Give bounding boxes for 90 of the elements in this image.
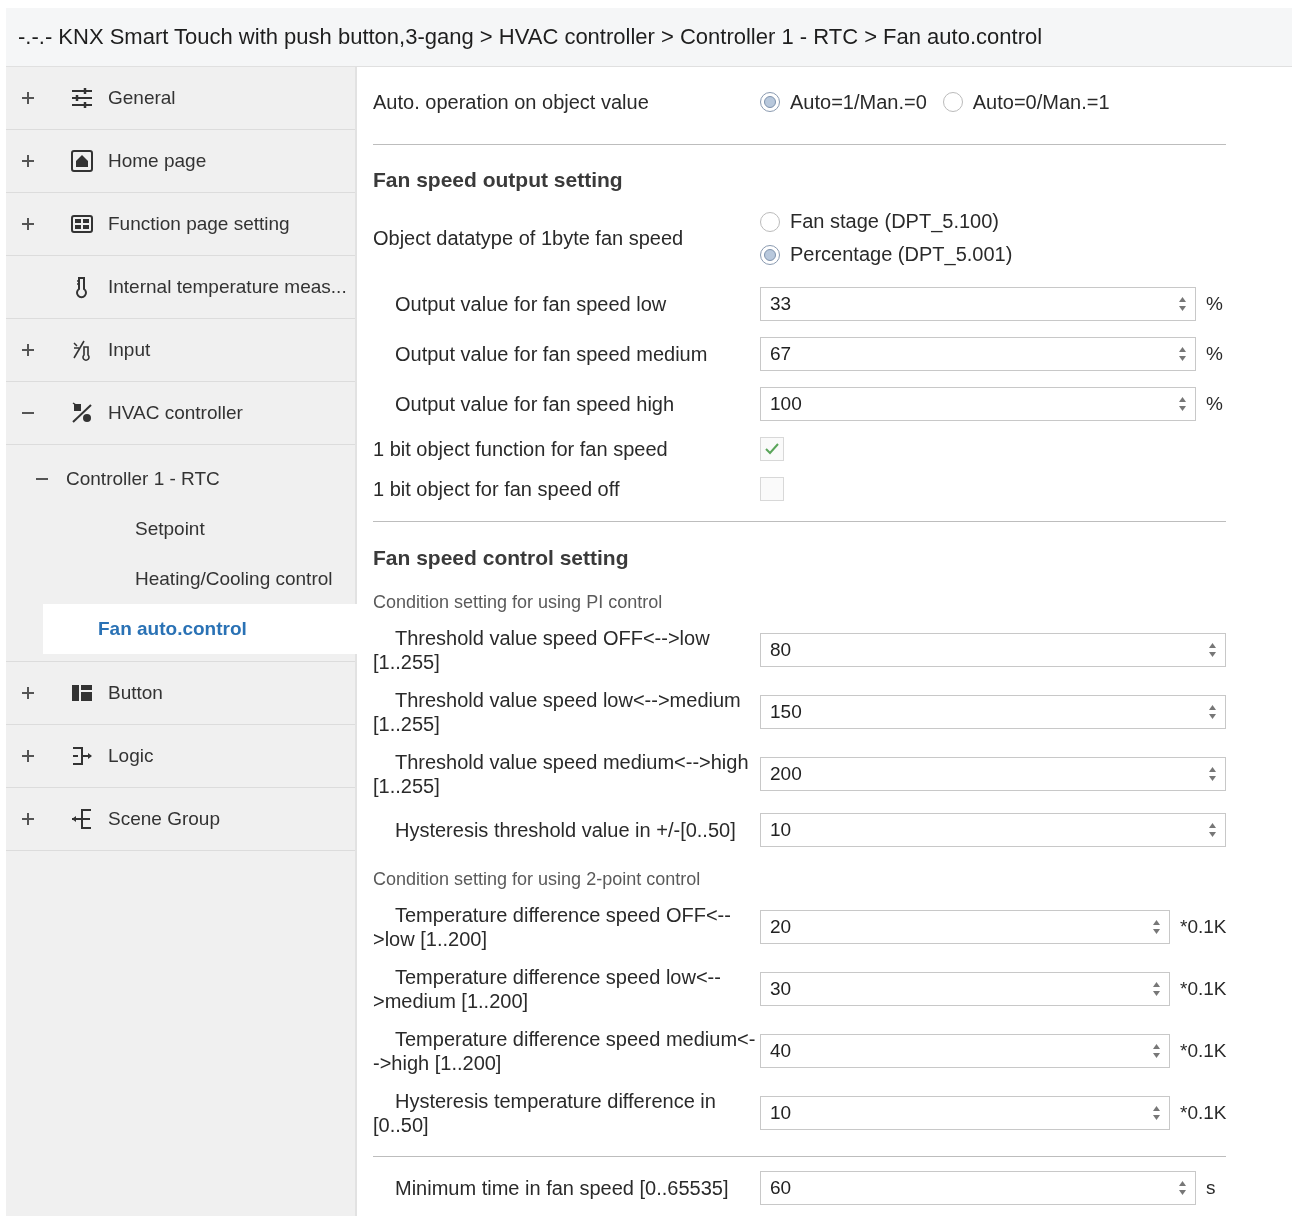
unit-label: s — [1206, 1177, 1217, 1199]
number-field[interactable]: 10 — [760, 813, 1226, 847]
number-field[interactable]: 33 — [760, 287, 1196, 321]
plus-icon[interactable] — [22, 750, 34, 762]
logic-icon — [70, 744, 94, 768]
tree-item[interactable]: Heating/Cooling control — [43, 554, 355, 604]
parameter-label: Object datatype of 1byte fan speed — [373, 226, 685, 250]
option-label: Auto=1/Man.=0 — [790, 90, 927, 114]
sidebar-item[interactable]: Logic — [108, 745, 154, 767]
home-icon — [70, 149, 94, 173]
spin-buttons-icon[interactable] — [1152, 919, 1161, 935]
spin-buttons-icon[interactable] — [1208, 822, 1217, 838]
parameter-label: Output value for fan speed high — [394, 392, 676, 416]
unit-label: *0.1K — [1180, 1102, 1226, 1124]
parameter-label: Temperature difference speed OFF<-->low [1..200] — [373, 903, 732, 951]
section-note: Condition setting for using 2-point control — [373, 868, 702, 890]
spin-buttons-icon[interactable] — [1208, 642, 1217, 658]
parameter-label: Hysteresis threshold value in +/-[0..50] — [394, 818, 737, 842]
plus-icon[interactable] — [22, 813, 34, 825]
spin-buttons-icon[interactable] — [1178, 346, 1187, 362]
sidebar-item[interactable]: HVAC controller — [108, 402, 243, 424]
radio-button[interactable] — [760, 244, 780, 265]
plus-icon[interactable] — [22, 155, 34, 167]
unit-label: % — [1206, 393, 1224, 415]
number-field[interactable]: 40 — [760, 1034, 1170, 1068]
number-field[interactable]: 20 — [760, 910, 1170, 944]
parameter-label: 1 bit object function for fan speed — [373, 437, 669, 461]
unit-label: *0.1K — [1180, 916, 1226, 938]
number-field[interactable]: 200 — [760, 757, 1226, 791]
spin-buttons-icon[interactable] — [1152, 981, 1161, 997]
number-field[interactable]: 150 — [760, 695, 1226, 729]
unit-label: % — [1206, 293, 1224, 315]
option-label: Percentage (DPT_5.001) — [790, 243, 1013, 266]
scene-icon — [70, 807, 94, 831]
check-icon — [764, 442, 780, 456]
spin-buttons-icon[interactable] — [1178, 396, 1187, 412]
section-heading: Fan speed control setting — [373, 545, 630, 571]
parameter-label: Threshold value speed low<-->medium [1..255] — [373, 688, 742, 736]
plus-icon[interactable] — [22, 344, 34, 356]
radio-button[interactable] — [760, 92, 780, 112]
radio-button[interactable] — [942, 92, 963, 112]
spin-buttons-icon[interactable] — [1152, 1043, 1161, 1059]
plus-icon[interactable] — [22, 218, 34, 230]
plus-icon[interactable] — [22, 92, 34, 104]
parameter-label: Auto. operation on object value — [373, 90, 650, 114]
spin-buttons-icon[interactable] — [1178, 296, 1187, 312]
spin-buttons-icon[interactable] — [1208, 766, 1217, 782]
plus-icon[interactable] — [22, 687, 34, 699]
sidebar-item[interactable]: Home page — [108, 150, 207, 172]
sidebar-item[interactable]: Function page setting — [108, 213, 290, 235]
number-field[interactable]: 60 — [760, 1171, 1196, 1205]
spin-buttons-icon[interactable] — [1152, 1105, 1161, 1121]
unit-label: % — [1206, 343, 1224, 365]
option-label: Auto=0/Man.=1 — [972, 90, 1110, 114]
sliders-icon — [70, 86, 94, 110]
breadcrumb-title: -.-.- KNX Smart Touch with push button,3-gang > HVAC controller > Controller 1 - RTC > Fan auto.control — [18, 24, 1043, 50]
checkbox[interactable] — [760, 437, 784, 461]
sidebar-item[interactable]: Internal temperature meas... — [108, 276, 347, 298]
sidebar-item[interactable]: Input — [108, 339, 151, 361]
section-note: Condition setting for using PI control — [373, 591, 664, 613]
number-field[interactable]: 100 — [760, 387, 1196, 421]
parameter-label: Output value for fan speed medium — [394, 342, 709, 366]
number-field[interactable]: 10 — [760, 1096, 1170, 1130]
hvac-icon — [70, 401, 94, 425]
spin-buttons-icon[interactable] — [1208, 704, 1217, 720]
tree-item[interactable]: Controller 1 - RTC — [66, 468, 220, 490]
unit-label: *0.1K — [1180, 978, 1226, 1000]
unit-label: *0.1K — [1180, 1040, 1226, 1062]
checkbox[interactable] — [760, 477, 784, 501]
parameter-label: Hysteresis temperature difference in [0..50] — [373, 1089, 717, 1137]
sidebar-item[interactable]: Scene Group — [108, 808, 220, 830]
number-field[interactable]: 30 — [760, 972, 1170, 1006]
sidebar-item[interactable]: General — [108, 87, 176, 109]
number-field[interactable]: 80 — [760, 633, 1226, 667]
parameter-label: Temperature difference speed low<-->medium [1..200] — [373, 965, 722, 1013]
tree-item[interactable]: Fan auto.control — [43, 604, 357, 654]
parameter-label: Minimum time in fan speed [0..65535] — [394, 1176, 730, 1200]
radio-button[interactable] — [760, 211, 780, 232]
parameter-label: Output value for fan speed low — [394, 292, 668, 316]
grid-icon — [70, 212, 94, 236]
tree-item[interactable]: Setpoint — [43, 504, 355, 554]
sidebar-item[interactable]: Button — [108, 682, 163, 704]
parameter-label: Threshold value speed OFF<-->low [1..255] — [373, 626, 711, 674]
number-field[interactable]: 67 — [760, 337, 1196, 371]
spin-buttons-icon[interactable] — [1178, 1180, 1187, 1196]
section-heading: Fan speed output setting — [373, 167, 624, 193]
option-label: Fan stage (DPT_5.100) — [790, 210, 999, 233]
parameter-label: Threshold value speed medium<-->high [1..255] — [373, 750, 750, 798]
parameter-label: Temperature difference speed medium<-->high [1..200] — [373, 1027, 757, 1075]
parameter-label: 1 bit object for fan speed off — [373, 477, 621, 501]
